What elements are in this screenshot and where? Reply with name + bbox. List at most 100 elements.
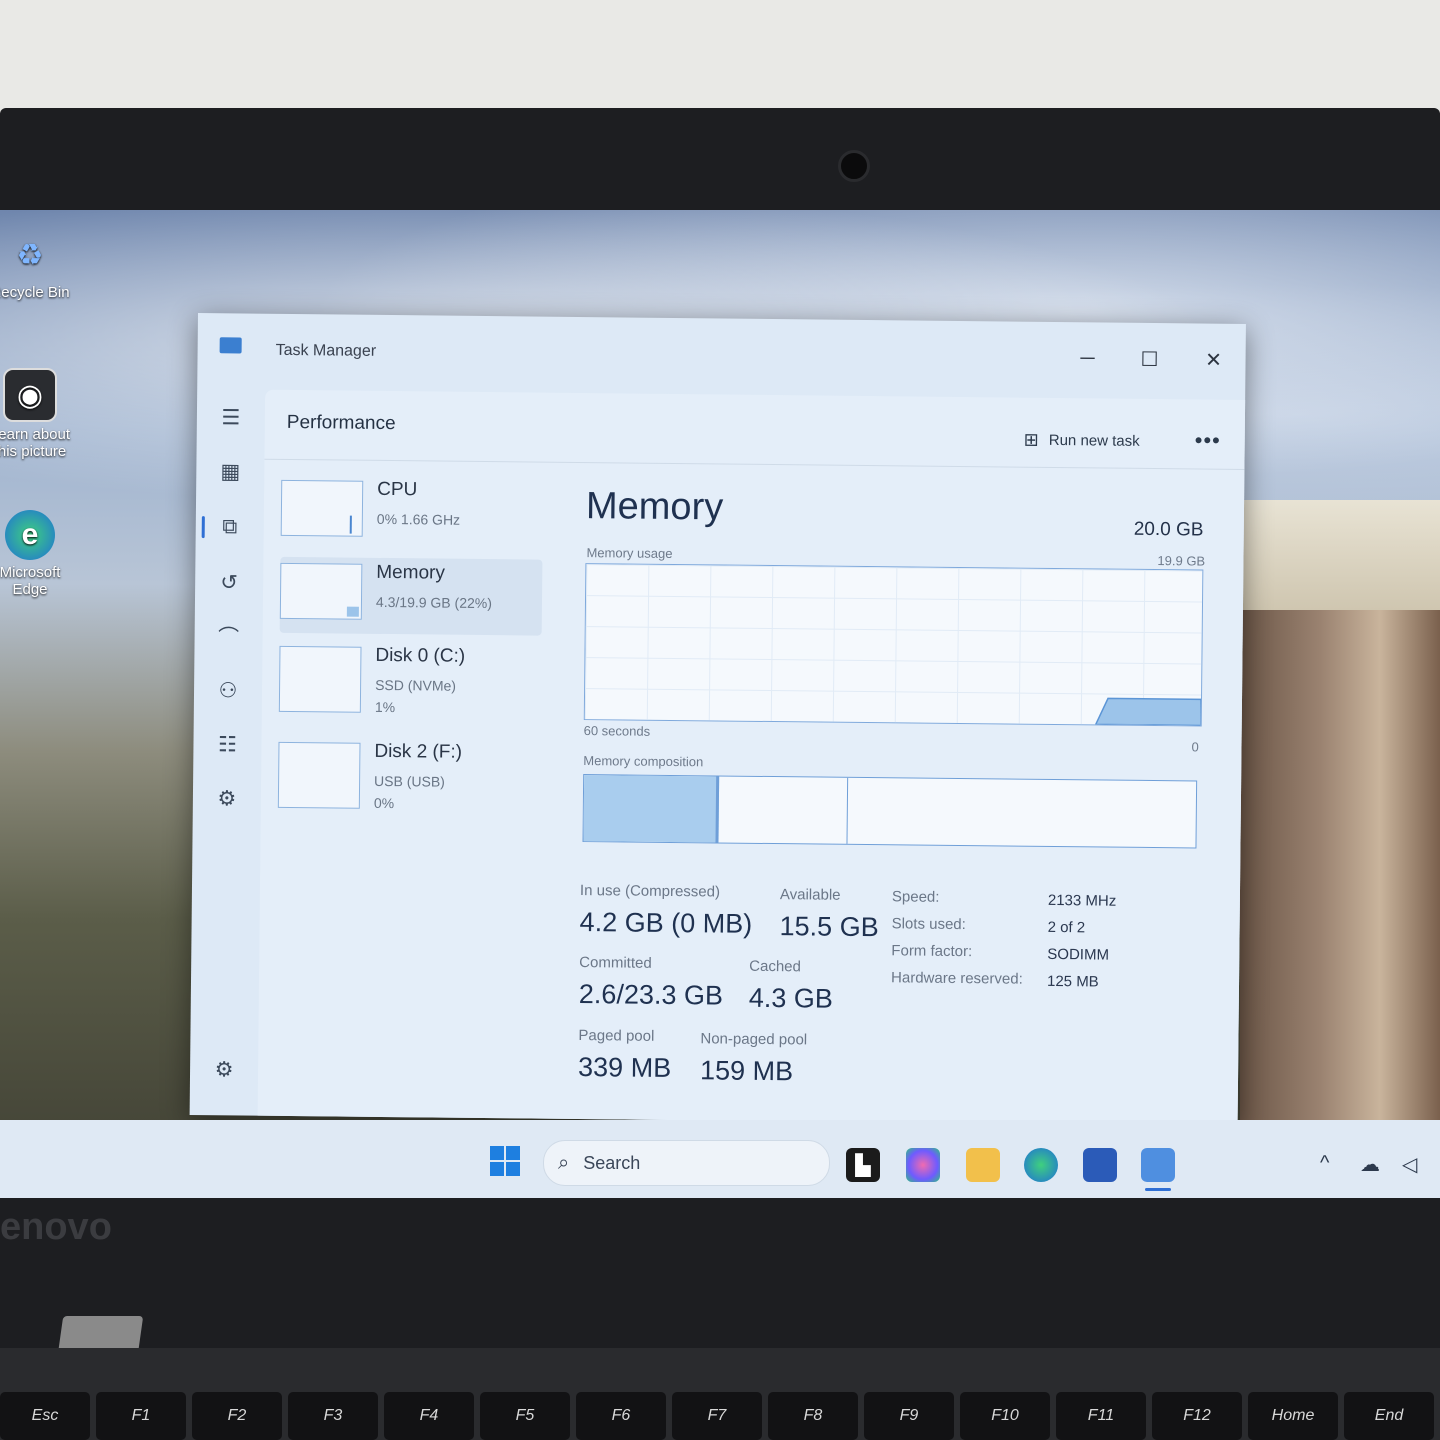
memory-usage-area <box>1094 697 1202 726</box>
key-f10: F10 <box>960 1392 1050 1440</box>
in-use-value: 4.2 GB (0 MB) <box>579 907 753 939</box>
network-icon[interactable]: ◁ <box>1402 1152 1417 1177</box>
device-name: Disk 0 (C:) <box>375 644 466 667</box>
services-icon[interactable]: ⚙ <box>211 782 243 814</box>
key-f7: F7 <box>672 1392 762 1440</box>
webcam <box>838 150 870 182</box>
spec-speed-value: 2133 MHz <box>1047 891 1117 910</box>
memory-composition-label: Memory composition <box>583 753 704 770</box>
task-view-icon[interactable]: ▙ <box>846 1148 880 1182</box>
key-f6: F6 <box>576 1392 666 1440</box>
desktop-icon-label: Learn about this picture <box>0 426 71 460</box>
composition-modified <box>718 776 849 844</box>
task-manager-window: Task Manager ─ ☐ ✕ ☰ ▦ ⧉ ↺ ⌒ ⚇ ☷ ⚙ ⚙ Per… <box>189 313 1246 1126</box>
nonpaged-pool-label: Non-paged pool <box>700 1030 808 1049</box>
device-name: Disk 2 (F:) <box>374 740 463 763</box>
memory-composition-bar <box>582 774 1198 849</box>
composition-free <box>848 778 1196 848</box>
store-icon[interactable] <box>1083 1148 1117 1182</box>
device-usage: 0% <box>373 794 395 812</box>
spec-hardware-reserved-label: Hardware reserved: <box>890 969 1023 988</box>
spec-form-factor-value: SODIMM <box>1047 945 1110 964</box>
key-end: End <box>1344 1392 1434 1440</box>
key-home: Home <box>1248 1392 1338 1440</box>
graph-zero-label: 0 <box>1191 739 1199 755</box>
desktop-icon-recycle-bin[interactable]: ♻ Recycle Bin <box>0 230 80 302</box>
task-manager-app-icon <box>219 337 242 354</box>
hamburger-icon[interactable]: ☰ <box>215 401 247 433</box>
minimize-button[interactable]: ─ <box>1065 338 1109 378</box>
device-detail: 4.3/19.9 GB (22%) <box>375 593 493 612</box>
desktop-icon-edge[interactable]: e Microsoft Edge <box>0 510 80 598</box>
run-new-task-label: Run new task <box>1048 431 1140 450</box>
desktop-icon-learn-about-picture[interactable]: ◉ Learn about this picture <box>0 368 80 460</box>
in-use-label: In use (Compressed) <box>579 882 721 901</box>
app-history-icon[interactable]: ↺ <box>213 566 245 598</box>
spec-slots-label: Slots used: <box>891 915 966 934</box>
paged-pool-value: 339 MB <box>577 1052 672 1083</box>
memory-usage-label: Memory usage <box>586 545 673 561</box>
disk0-thumbnail-graph <box>278 645 362 713</box>
key-esc: Esc <box>0 1392 90 1440</box>
device-item-disk0[interactable]: Disk 0 (C:) SSD (NVMe) 1% <box>278 640 542 719</box>
task-manager-taskbar-icon[interactable] <box>1141 1148 1175 1182</box>
paged-pool-label: Paged pool <box>578 1027 655 1045</box>
users-icon[interactable]: ⚇ <box>212 674 244 706</box>
device-item-cpu[interactable]: CPU 0% 1.66 GHz <box>280 474 544 553</box>
cpu-thumbnail-graph <box>280 479 364 537</box>
start-button[interactable] <box>490 1146 520 1176</box>
edge-icon: e <box>5 510 55 560</box>
camera-info-icon: ◉ <box>3 368 57 422</box>
taskbar-search[interactable]: ⌕ Search <box>543 1140 830 1186</box>
spec-hardware-reserved-value: 125 MB <box>1046 972 1099 991</box>
maximize-button[interactable]: ☐ <box>1127 339 1171 379</box>
file-explorer-icon[interactable] <box>966 1148 1000 1182</box>
disk2-thumbnail-graph <box>277 741 361 809</box>
device-name: CPU <box>377 478 418 501</box>
available-label: Available <box>779 886 841 904</box>
spec-form-factor-label: Form factor: <box>891 942 973 961</box>
active-app-indicator <box>1145 1188 1171 1191</box>
startup-icon[interactable]: ⌒ <box>212 620 244 652</box>
copilot-icon[interactable] <box>906 1148 940 1182</box>
key-f8: F8 <box>768 1392 858 1440</box>
device-usage: 1% <box>374 698 396 716</box>
wallpaper-town <box>1240 500 1440 610</box>
page-title: Performance <box>286 411 396 435</box>
memory-total: 20.0 GB <box>1133 518 1204 541</box>
onedrive-icon[interactable]: ☁ <box>1360 1152 1380 1177</box>
key-f9: F9 <box>864 1392 954 1440</box>
device-item-disk2[interactable]: Disk 2 (F:) USB (USB) 0% <box>277 736 541 815</box>
details-icon[interactable]: ☷ <box>211 728 243 760</box>
desktop-icon-label: Recycle Bin <box>0 284 70 301</box>
key-f3: F3 <box>288 1392 378 1440</box>
run-new-task-button[interactable]: ⊞ Run new task <box>1024 430 1140 452</box>
title-bar[interactable]: Task Manager ─ ☐ ✕ <box>197 313 1246 398</box>
memory-usage-max: 19.9 GB <box>1157 553 1206 569</box>
committed-label: Committed <box>579 954 652 972</box>
window-title: Task Manager <box>275 341 377 360</box>
edge-taskbar-icon[interactable] <box>1024 1148 1058 1182</box>
device-detail: SSD (NVMe) <box>375 676 457 694</box>
key-f1: F1 <box>96 1392 186 1440</box>
processes-icon[interactable]: ▦ <box>214 455 246 487</box>
windows-logo-icon <box>490 1146 504 1160</box>
key-f2: F2 <box>192 1392 282 1440</box>
device-item-memory[interactable]: Memory 4.3/19.9 GB (22%) <box>279 556 543 636</box>
nonpaged-pool-value: 159 MB <box>699 1055 794 1087</box>
settings-icon[interactable]: ⚙ <box>208 1053 240 1085</box>
performance-icon[interactable]: ⧉ <box>214 511 246 543</box>
available-value: 15.5 GB <box>779 911 879 943</box>
cached-value: 4.3 GB <box>748 982 834 1014</box>
close-button[interactable]: ✕ <box>1191 339 1235 379</box>
tray-overflow-chevron[interactable]: ^ <box>1320 1152 1329 1175</box>
nav-selection-indicator <box>201 516 205 539</box>
memory-usage-chart <box>1094 697 1202 726</box>
committed-value: 2.6/23.3 GB <box>578 979 724 1011</box>
desktop-icon-label: Microsoft Edge <box>0 564 61 598</box>
spec-slots-value: 2 of 2 <box>1047 918 1086 937</box>
key-f5: F5 <box>480 1392 570 1440</box>
device-detail: 0% 1.66 GHz <box>376 510 461 528</box>
device-name: Memory <box>376 561 446 584</box>
more-options-button[interactable]: ••• <box>1195 427 1221 453</box>
